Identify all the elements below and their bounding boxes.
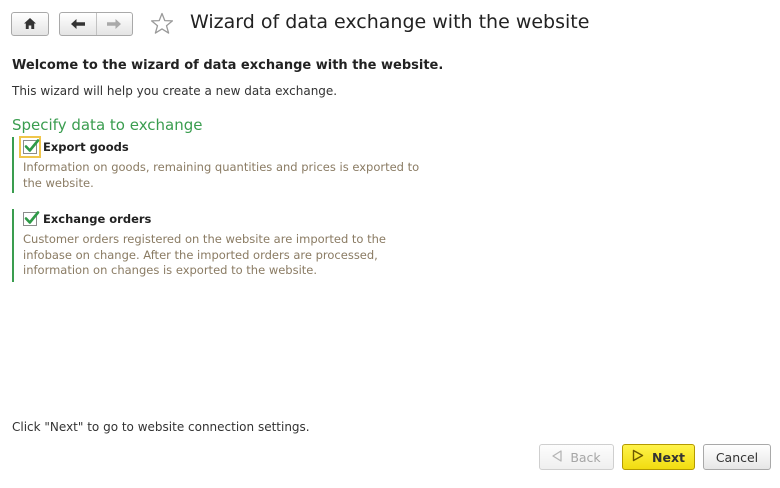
page-title: Wizard of data exchange with the website — [190, 11, 590, 33]
wizard-window: Wizard of data exchange with the website… — [0, 0, 780, 488]
arrow-right-icon — [106, 15, 122, 34]
arrow-left-icon — [70, 15, 86, 34]
exchange-orders-label[interactable]: Exchange orders — [43, 212, 151, 226]
footer-hint: Click "Next" to go to website connection… — [12, 420, 310, 434]
checkmark-icon — [24, 211, 40, 224]
exchange-orders-description: Customer orders registered on the websit… — [23, 232, 386, 277]
home-button[interactable] — [11, 12, 49, 36]
cancel-button[interactable]: Cancel — [703, 444, 771, 470]
export-goods-description: Information on goods, remaining quantiti… — [23, 160, 420, 190]
export-goods-checkbox[interactable] — [19, 136, 41, 158]
back-button[interactable]: Back — [539, 444, 614, 470]
star-icon — [150, 12, 174, 39]
triangle-left-icon — [552, 449, 562, 465]
export-goods-label[interactable]: Export goods — [43, 140, 129, 154]
back-button-label: Back — [570, 449, 601, 465]
section-title: Specify data to exchange — [12, 116, 203, 134]
welcome-heading: Welcome to the wizard of data exchange w… — [12, 58, 444, 73]
exchange-orders-checkbox-row[interactable]: Exchange orders — [23, 209, 386, 229]
option-group-export-goods: Export goods Information on goods, remai… — [12, 136, 420, 193]
nav-back-button[interactable] — [60, 13, 96, 35]
intro-text: This wizard will help you create a new d… — [12, 84, 338, 98]
next-button-label: Next — [652, 449, 685, 465]
nav-forward-button[interactable] — [96, 13, 132, 35]
triangle-right-icon — [632, 449, 644, 465]
favorite-star-button[interactable] — [149, 12, 175, 38]
cancel-button-label: Cancel — [715, 449, 759, 465]
option-group-exchange-orders: Exchange orders Customer orders register… — [12, 209, 386, 282]
next-button[interactable]: Next — [622, 444, 695, 470]
exchange-orders-checkbox[interactable] — [23, 211, 40, 226]
checkmark-icon — [24, 139, 40, 152]
home-icon — [23, 15, 37, 34]
navigation-history-group — [59, 12, 133, 36]
export-goods-checkbox-row[interactable]: Export goods — [19, 136, 419, 158]
